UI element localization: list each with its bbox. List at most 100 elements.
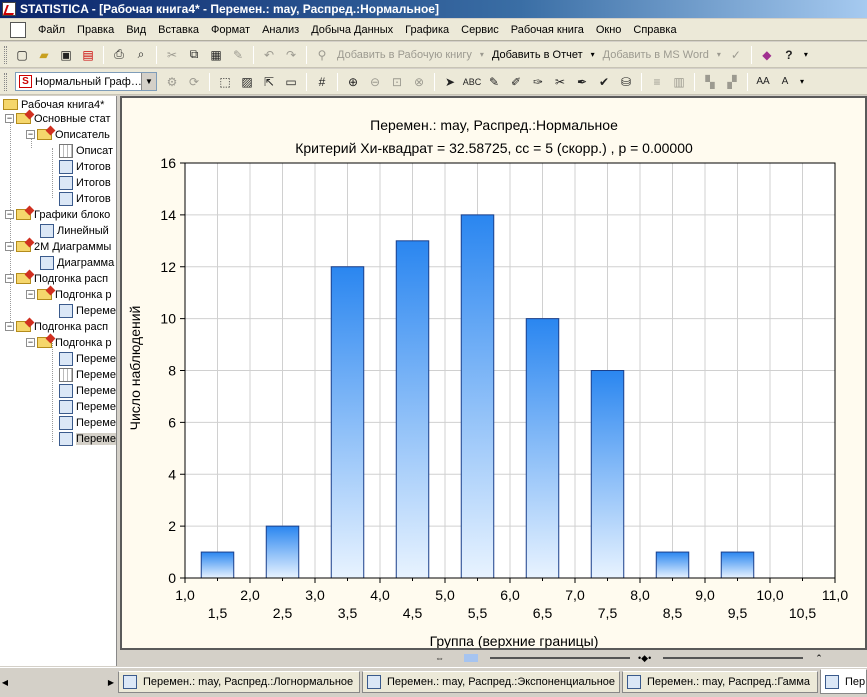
zoom-reset-icon[interactable]: ⊗ bbox=[409, 72, 429, 92]
tab-exponential[interactable]: Перемен.: may, Распред.:Экспоненциальное bbox=[362, 671, 620, 693]
toolbar-grip[interactable] bbox=[4, 45, 7, 64]
font-color-icon[interactable]: A bbox=[775, 72, 795, 92]
open-folder-icon[interactable]: ▰ bbox=[34, 45, 54, 65]
scissors-tool-icon[interactable]: ✂ bbox=[550, 72, 570, 92]
pen-tool-icon[interactable]: ✒ bbox=[572, 72, 592, 92]
graph-type-combo[interactable]: S Нормальный Граф… ▼ bbox=[15, 72, 157, 91]
zoom-in-icon[interactable]: ⊕ bbox=[343, 72, 363, 92]
menu-window[interactable]: Окно bbox=[590, 24, 628, 36]
send-back-icon[interactable]: ▞ bbox=[722, 72, 742, 92]
zoom-rect-icon[interactable]: ⊡ bbox=[387, 72, 407, 92]
context-help-icon[interactable]: ? bbox=[779, 45, 799, 65]
dropdown-arrow-icon[interactable]: ▾ bbox=[587, 50, 599, 59]
tree-node[interactable]: Итогов bbox=[59, 159, 111, 174]
print-preview-icon[interactable]: ⌕ bbox=[131, 45, 151, 65]
tree-node[interactable]: Линейный bbox=[40, 223, 109, 238]
copy-icon[interactable]: ⧉ bbox=[184, 45, 204, 65]
tree-node[interactable]: − Основные стат bbox=[5, 111, 111, 126]
tree-node[interactable]: − Подгонка р bbox=[26, 287, 112, 302]
menu-edit[interactable]: Правка bbox=[71, 24, 120, 36]
slider-dots-icon[interactable]: •◆• bbox=[638, 653, 651, 664]
chart-layout-icon[interactable]: ▨ bbox=[237, 72, 257, 92]
menu-view[interactable]: Вид bbox=[120, 24, 152, 36]
menu-insert[interactable]: Вставка bbox=[152, 24, 205, 36]
save-icon[interactable]: ▣ bbox=[56, 45, 76, 65]
pointer-tool-icon[interactable]: ⬚ bbox=[215, 72, 235, 92]
select-arrow-icon[interactable]: ➤ bbox=[440, 72, 460, 92]
chart-export-icon[interactable]: ⇱ bbox=[259, 72, 279, 92]
edit-tool-icon[interactable]: ✎ bbox=[484, 72, 504, 92]
check-tool-icon[interactable]: ✔ bbox=[594, 72, 614, 92]
spelling-icon[interactable]: ✓ bbox=[726, 45, 746, 65]
menu-format[interactable]: Формат bbox=[205, 24, 256, 36]
binoculars-icon[interactable]: ⚲ bbox=[312, 45, 332, 65]
dropdown-arrow-icon[interactable]: ▾ bbox=[800, 50, 812, 59]
format-painter-icon[interactable]: ✎ bbox=[228, 45, 248, 65]
add-to-report-button[interactable]: Добавить в Отчет bbox=[488, 49, 587, 61]
tab-active-normal[interactable]: Пер bbox=[820, 669, 867, 694]
tree-node[interactable]: − Подгонка р bbox=[26, 335, 112, 350]
table-icon[interactable]: ▥ bbox=[669, 72, 689, 92]
menu-workbook[interactable]: Рабочая книга bbox=[505, 24, 590, 36]
tree-collapse-icon[interactable]: − bbox=[5, 274, 14, 283]
tree-node[interactable]: Перемен bbox=[59, 303, 116, 318]
tab-scroll-right-icon[interactable]: ▶ bbox=[106, 671, 116, 693]
tree-root-workbook[interactable]: Рабочая книга4* bbox=[3, 97, 104, 112]
tree-node[interactable]: Перемен bbox=[59, 367, 116, 382]
grid-icon[interactable]: # bbox=[312, 72, 332, 92]
tree-node-selected[interactable]: Перемен bbox=[59, 431, 116, 446]
graph-options-icon[interactable]: ⚙ bbox=[162, 72, 182, 92]
tree-node[interactable]: Итогов bbox=[59, 191, 111, 206]
pdf-icon[interactable]: ▤ bbox=[78, 45, 98, 65]
brush-tool-icon[interactable]: ✑ bbox=[528, 72, 548, 92]
color-swatch[interactable] bbox=[464, 654, 478, 662]
dropdown-arrow-icon[interactable]: ▾ bbox=[713, 50, 725, 59]
tree-node[interactable]: Перемен bbox=[59, 399, 116, 414]
paste-icon[interactable]: ▦ bbox=[206, 45, 226, 65]
tree-node[interactable]: Итогов bbox=[59, 175, 111, 190]
zoom-out-icon[interactable]: ⊖ bbox=[365, 72, 385, 92]
zoom-slider-track[interactable] bbox=[490, 657, 630, 659]
tree-node[interactable]: − Подгонка расп bbox=[5, 319, 108, 334]
tree-collapse-icon[interactable]: − bbox=[5, 114, 14, 123]
text-tool-icon[interactable]: ABC bbox=[462, 72, 482, 92]
chart-window-icon[interactable]: ▭ bbox=[281, 72, 301, 92]
zoom-slider-track-2[interactable] bbox=[663, 657, 804, 659]
print-icon[interactable]: ⎙ bbox=[109, 45, 129, 65]
dropdown-arrow-icon[interactable]: ▾ bbox=[476, 50, 488, 59]
dropdown-arrow-icon[interactable]: ▾ bbox=[796, 77, 808, 86]
menu-data-mining[interactable]: Добыча Данных bbox=[305, 24, 399, 36]
new-file-icon[interactable]: ▢ bbox=[12, 45, 32, 65]
tree-collapse-icon[interactable]: − bbox=[5, 242, 14, 251]
cut-icon[interactable]: ✂ bbox=[162, 45, 182, 65]
tree-collapse-icon[interactable]: − bbox=[26, 338, 35, 347]
align-lines-icon[interactable]: ≡ bbox=[647, 72, 667, 92]
zoom-slider-icon[interactable]: ⇔ bbox=[435, 653, 444, 663]
tab-gamma[interactable]: Перемен.: may, Распред.:Гамма bbox=[622, 671, 818, 693]
tree-node[interactable]: Перемен bbox=[59, 351, 116, 366]
menu-graphics[interactable]: Графика bbox=[399, 24, 455, 36]
font-size-icon[interactable]: AA bbox=[753, 72, 773, 92]
edit-tool-2-icon[interactable]: ✐ bbox=[506, 72, 526, 92]
tree-node[interactable]: − Графики блоко bbox=[5, 207, 110, 222]
tree-collapse-icon[interactable]: − bbox=[26, 130, 35, 139]
book-icon[interactable]: ◆ bbox=[757, 45, 777, 65]
tab-scroll-left-icon[interactable]: ◀ bbox=[0, 671, 10, 693]
menu-file[interactable]: Файл bbox=[32, 24, 71, 36]
tree-node[interactable]: − 2М Диаграммы bbox=[5, 239, 111, 254]
menu-analysis[interactable]: Анализ bbox=[256, 24, 305, 36]
tab-lognormal[interactable]: Перемен.: may, Распред.:Логнормальное bbox=[118, 671, 360, 693]
histogram-chart[interactable]: Перемен.: may, Распред.:Нормальное Крите… bbox=[122, 98, 865, 648]
redo-icon[interactable]: ↷ bbox=[281, 45, 301, 65]
chart-window[interactable]: Перемен.: may, Распред.:Нормальное Крите… bbox=[120, 96, 867, 650]
combo-arrow-icon[interactable]: ▼ bbox=[141, 73, 156, 90]
tree-collapse-icon[interactable]: − bbox=[5, 210, 14, 219]
toolbar-grip[interactable] bbox=[4, 72, 7, 91]
tree-collapse-icon[interactable]: − bbox=[5, 322, 14, 331]
add-to-word-button[interactable]: Добавить в MS Word bbox=[599, 49, 713, 61]
menu-tools[interactable]: Сервис bbox=[455, 24, 505, 36]
collapse-icon[interactable]: ⌃ bbox=[815, 653, 823, 664]
tree-collapse-icon[interactable]: − bbox=[26, 290, 35, 299]
menu-help[interactable]: Справка bbox=[627, 24, 682, 36]
stamp-tool-icon[interactable]: ⛁ bbox=[616, 72, 636, 92]
